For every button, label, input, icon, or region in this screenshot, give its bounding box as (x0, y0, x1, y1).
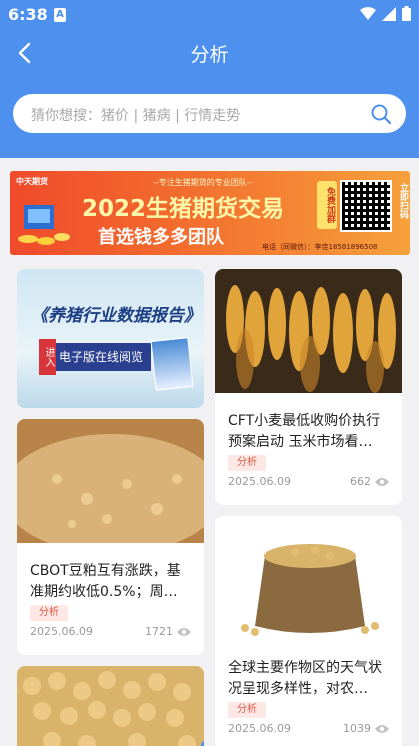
view-count: 1039 (343, 722, 371, 735)
app-header: 6:38 A 分析 猜你想搜：猪价 | 猪病 | 行情走势 (0, 0, 419, 158)
article-date: 2025.06.09 (228, 722, 291, 735)
status-time: 6:38 (8, 5, 48, 24)
banner-free-label: 免费加群 (317, 181, 337, 229)
soybeans-image (17, 666, 204, 746)
article-views: 1721 (145, 625, 192, 638)
notification-icon: A (54, 8, 66, 22)
report-book-image (150, 337, 194, 391)
article-views: 1039 (343, 722, 390, 735)
view-count: 662 (350, 475, 371, 488)
search-input[interactable]: 猜你想搜：猪价 | 猪病 | 行情走势 (13, 94, 406, 133)
soybean-meal-image (17, 419, 204, 543)
banner-subline: 首选钱多多团队 (98, 227, 224, 248)
coins-illustration (18, 205, 70, 245)
qr-code-image (340, 180, 392, 232)
eye-icon (375, 477, 389, 486)
article-tag: 分析 (228, 702, 266, 718)
wifi-icon (360, 6, 376, 20)
report-ad-card[interactable]: 《养猪行业数据报告》 电子版在线阅览 进入 (17, 269, 204, 408)
article-card[interactable]: 全球主要作物区的天气状况呈现多样性，对农… 分析 2025.06.09 1039 (215, 516, 402, 746)
eye-icon (177, 627, 191, 636)
ad-title: 《养猪行业数据报告》 (31, 306, 201, 326)
article-views: 662 (350, 475, 390, 488)
banner-scan-label: 立即扫码 (398, 183, 408, 219)
battery-icon (402, 6, 411, 21)
promo-banner[interactable]: 中天期货 --专注生猪期货的专业团队-- 2022生猪期货交易 首选钱多多团队 … (10, 171, 410, 255)
article-title: CBOT豆粕互有涨跌，基准期约收低0.5%；周… (30, 563, 181, 600)
search-placeholder: 猜你想搜：猪价 | 猪病 | 行情走势 (31, 108, 241, 124)
search-icon[interactable] (370, 103, 392, 125)
article-title: 全球主要作物区的天气状况呈现多样性，对农… (228, 660, 382, 697)
article-date: 2025.06.09 (30, 625, 93, 638)
soybean-sack-image (215, 516, 402, 640)
article-card[interactable] (17, 666, 204, 746)
page-title: 分析 (190, 44, 229, 66)
status-bar: 6:38 A (0, 0, 419, 30)
article-tag: 分析 (228, 455, 266, 471)
view-count: 1721 (145, 625, 173, 638)
banner-tagline: --专注生猪期货的专业团队-- (153, 178, 253, 187)
banner-headline: 2022生猪期货交易 (82, 196, 285, 222)
article-date: 2025.06.09 (228, 475, 291, 488)
banner-company-logo: 中天期货 (16, 177, 48, 186)
ad-enter-label: 进入 (39, 339, 56, 375)
corn-image (215, 269, 402, 393)
article-card[interactable]: CFT小麦最低收购价执行预案启动 玉米市场看… 分析 2025.06.09 66… (215, 269, 402, 505)
signal-icon (382, 6, 396, 21)
article-title: CFT小麦最低收购价执行预案启动 玉米市场看… (228, 413, 381, 450)
status-icons (360, 6, 411, 21)
article-tag: 分析 (30, 605, 68, 621)
eye-icon (375, 724, 389, 733)
article-card[interactable]: CBOT豆粕互有涨跌，基准期约收低0.5%；周… 分析 2025.06.09 1… (17, 419, 204, 655)
banner-contact: 电话（同微信）：李佳18581896508 (262, 243, 378, 251)
